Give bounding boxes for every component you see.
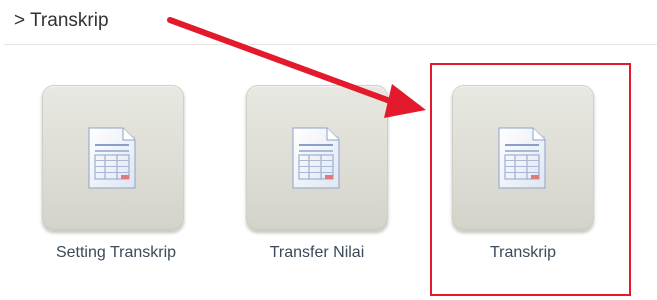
header-divider — [4, 44, 657, 45]
page-root: > Transkrip Setting Transkrip Transfer N… — [0, 0, 657, 300]
document-icon — [88, 127, 136, 189]
menu-label-transfer-nilai[interactable]: Transfer Nilai — [227, 244, 407, 262]
breadcrumb: > Transkrip — [14, 10, 109, 31]
menu-tile-transfer-nilai[interactable] — [246, 85, 388, 231]
menu-label-setting-transkrip[interactable]: Setting Transkrip — [26, 244, 206, 262]
highlight-box — [430, 63, 631, 296]
menu-tile-setting-transkrip[interactable] — [42, 85, 184, 231]
document-icon — [292, 127, 340, 189]
